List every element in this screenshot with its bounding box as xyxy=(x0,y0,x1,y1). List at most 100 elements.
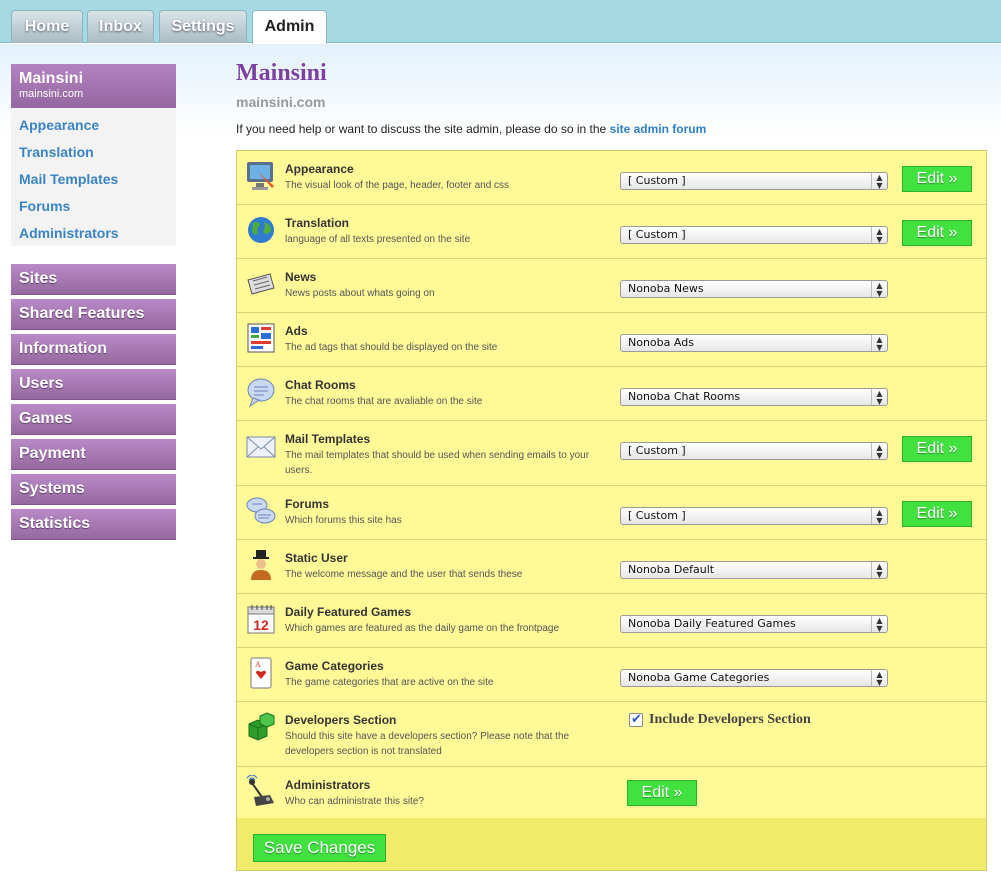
form-footer: Save Changes xyxy=(237,818,986,870)
select-value: Nonoba News xyxy=(628,282,704,295)
select-value: Nonoba Default xyxy=(628,563,715,576)
help-text-body: If you need help or want to discuss the … xyxy=(236,122,607,136)
setting-name: Appearance xyxy=(285,162,354,176)
select-arrows-icon: ▲ ▼ xyxy=(871,335,887,352)
ads-select[interactable]: Nonoba Ads ▲ ▼ xyxy=(620,334,888,352)
setting-name: News xyxy=(285,270,317,284)
select-arrows-icon: ▲ ▼ xyxy=(871,508,887,525)
sidebar-link-forums[interactable]: Forums xyxy=(11,197,176,224)
tab-settings[interactable]: Settings xyxy=(159,10,247,43)
select-arrows-icon: ▲ ▼ xyxy=(871,562,887,579)
sidebar-link-administrators[interactable]: Administrators xyxy=(11,224,176,251)
forums-select[interactable]: [ Custom ] ▲ ▼ xyxy=(620,507,888,525)
select-arrows-icon: ▲ ▼ xyxy=(871,227,887,244)
sidebar-link-mail-templates[interactable]: Mail Templates xyxy=(11,170,176,197)
settings-table: Appearance The visual look of the page, … xyxy=(236,150,987,871)
playing-card-icon: A xyxy=(250,657,272,689)
setting-row-forums: Forums Which forums this site has [ Cust… xyxy=(237,486,986,540)
setting-row-news: News News posts about whats going on Non… xyxy=(237,259,986,313)
setting-description: The game categories that are active on t… xyxy=(285,677,494,688)
select-value: Nonoba Daily Featured Games xyxy=(628,617,796,630)
site-summary: Mainsini mainsini.com xyxy=(11,64,176,108)
setting-description: Which forums this site has xyxy=(285,515,402,526)
setting-row-chat-rooms: Chat Rooms The chat rooms that are avali… xyxy=(237,367,986,421)
setting-description: Who can administrate this site? xyxy=(285,796,424,807)
envelope-icon xyxy=(246,436,276,458)
site-name: Mainsini xyxy=(19,70,84,87)
user-top-hat-icon xyxy=(251,550,271,580)
setting-description: The chat rooms that are avaliable on the… xyxy=(285,396,483,407)
top-tab-bar: Home Inbox Settings Admin xyxy=(0,0,1001,44)
site-links-list: Appearance Translation Mail Templates Fo… xyxy=(11,108,176,246)
globe-icon xyxy=(248,217,274,243)
daily-featured-games-select[interactable]: Nonoba Daily Featured Games ▲ ▼ xyxy=(620,615,888,633)
sidebar-link-appearance[interactable]: Appearance xyxy=(11,116,176,143)
site-admin-forum-link[interactable]: site admin forum xyxy=(610,122,707,136)
setting-row-mail-templates: Mail Templates The mail templates that s… xyxy=(237,421,986,486)
select-value: Nonoba Ads xyxy=(628,336,694,349)
nav-shared-features[interactable]: Shared Features xyxy=(11,299,176,330)
translation-select[interactable]: [ Custom ] ▲ ▼ xyxy=(620,226,888,244)
setting-name: Daily Featured Games xyxy=(285,605,412,619)
site-domain: mainsini.com xyxy=(19,88,84,100)
nav-payment[interactable]: Payment xyxy=(11,439,176,470)
setting-name: Ads xyxy=(285,324,308,338)
page-domain: mainsini.com xyxy=(236,94,326,110)
nav-sites[interactable]: Sites xyxy=(11,264,176,295)
card-symbol: A xyxy=(255,660,261,669)
select-arrows-icon: ▲ ▼ xyxy=(871,173,887,190)
setting-row-ads: Ads The ad tags that should be displayed… xyxy=(237,313,986,367)
setting-name: Forums xyxy=(285,497,330,511)
setting-description: The mail templates that should be used w… xyxy=(285,450,590,476)
nav-information[interactable]: Information xyxy=(11,334,176,365)
select-value: [ Custom ] xyxy=(628,228,686,241)
tab-inbox[interactable]: Inbox xyxy=(87,10,154,43)
setting-name: Chat Rooms xyxy=(285,378,356,392)
static-user-select[interactable]: Nonoba Default ▲ ▼ xyxy=(620,561,888,579)
edit-translation-button[interactable]: Edit » xyxy=(902,220,972,246)
select-arrows-icon: ▲ ▼ xyxy=(871,281,887,298)
joystick-icon xyxy=(246,775,274,806)
sidebar-link-translation[interactable]: Translation xyxy=(11,143,176,170)
chat-bubble-icon xyxy=(247,378,275,408)
edit-administrators-button[interactable]: Edit » xyxy=(627,780,697,806)
setting-name: Game Categories xyxy=(285,659,384,673)
nav-systems[interactable]: Systems xyxy=(11,474,176,505)
edit-forums-button[interactable]: Edit » xyxy=(902,501,972,527)
setting-description: News posts about whats going on xyxy=(285,288,435,299)
chat-rooms-select[interactable]: Nonoba Chat Rooms ▲ ▼ xyxy=(620,388,888,406)
calendar-number: 12 xyxy=(253,617,269,633)
newspaper-icon xyxy=(247,273,275,295)
edit-mail-templates-button[interactable]: Edit » xyxy=(902,436,972,462)
setting-description: The ad tags that should be displayed on … xyxy=(285,342,498,353)
nav-statistics[interactable]: Statistics xyxy=(11,509,176,540)
include-developers-label: Include Developers Section xyxy=(649,712,811,727)
setting-name: Static User xyxy=(285,551,348,565)
include-developers-checkbox[interactable] xyxy=(629,711,643,727)
setting-row-daily-featured-games: 12 Daily Featured Games Which games are … xyxy=(237,594,986,648)
nav-users[interactable]: Users xyxy=(11,369,176,400)
tab-admin[interactable]: Admin xyxy=(252,10,327,44)
page-title: Mainsini xyxy=(236,60,327,86)
setting-description: language of all texts presented on the s… xyxy=(285,234,471,245)
appearance-select[interactable]: [ Custom ] ▲ ▼ xyxy=(620,172,888,190)
setting-description: The visual look of the page, header, foo… xyxy=(285,180,510,191)
monitor-paint-icon xyxy=(247,162,274,190)
nav-games[interactable]: Games xyxy=(11,404,176,435)
edit-appearance-button[interactable]: Edit » xyxy=(902,166,972,192)
save-changes-button[interactable]: Save Changes xyxy=(253,834,386,862)
setting-name: Developers Section xyxy=(285,713,397,727)
tab-home[interactable]: Home xyxy=(11,10,83,43)
setting-row-static-user: Static User The welcome message and the … xyxy=(237,540,986,594)
news-select[interactable]: Nonoba News ▲ ▼ xyxy=(620,280,888,298)
select-value: [ Custom ] xyxy=(628,444,686,457)
select-arrows-icon: ▲ ▼ xyxy=(871,389,887,406)
select-arrows-icon: ▲ ▼ xyxy=(871,443,887,460)
select-value: [ Custom ] xyxy=(628,509,686,522)
mail-templates-select[interactable]: [ Custom ] ▲ ▼ xyxy=(620,442,888,460)
game-categories-select[interactable]: Nonoba Game Categories ▲ ▼ xyxy=(620,669,888,687)
setting-row-developers-section: Developers Section Should this site have… xyxy=(237,702,986,767)
setting-description: The welcome message and the user that se… xyxy=(285,569,523,580)
help-text: If you need help or want to discuss the … xyxy=(236,122,706,136)
select-value: [ Custom ] xyxy=(628,174,686,187)
